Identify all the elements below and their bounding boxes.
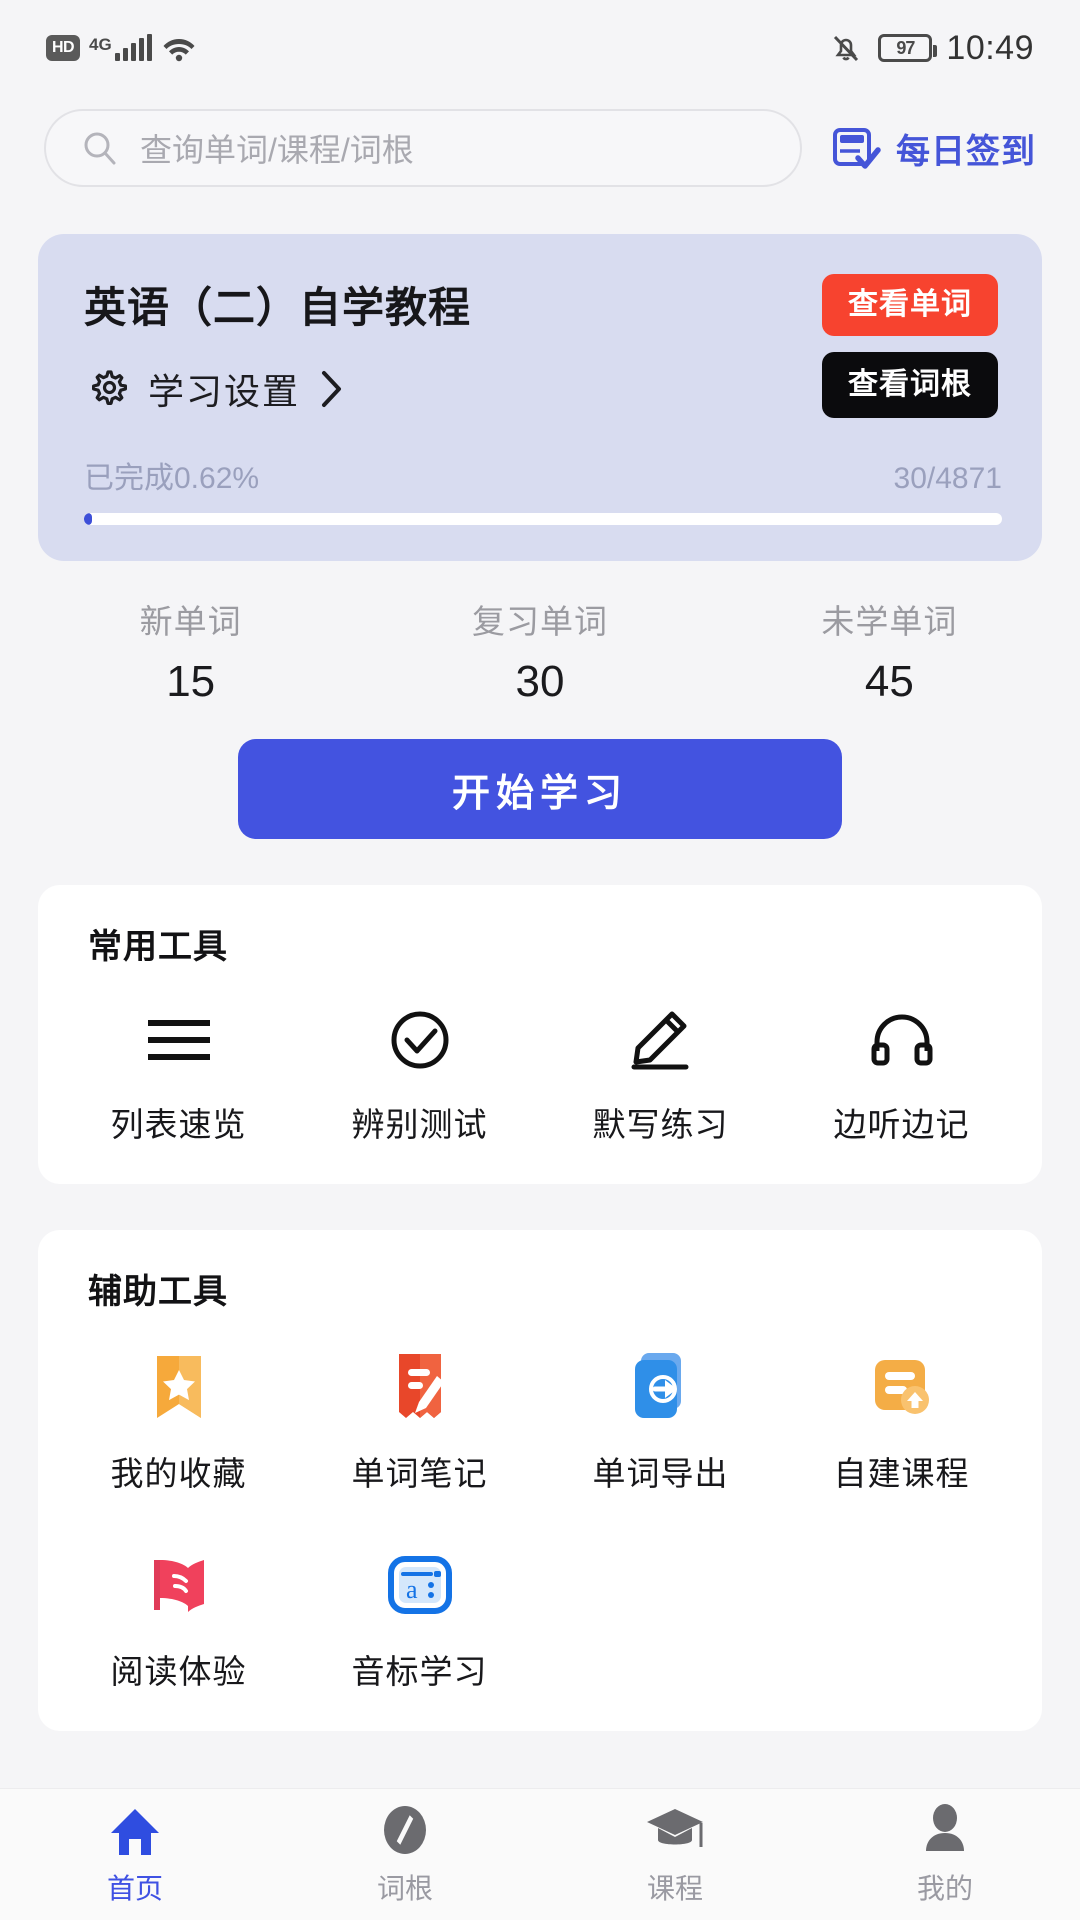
stat-label: 未学单词 — [821, 603, 958, 640]
nav-item-home[interactable]: 首页 — [0, 1803, 270, 1907]
signal-bars-glyph — [114, 34, 152, 61]
bottom-navigation: 首页 词根 课程 我的 — [0, 1788, 1080, 1920]
aux-tool-label: 阅读体验 — [110, 1653, 247, 1690]
aux-tool-word-notes[interactable]: 单词笔记 — [299, 1349, 540, 1495]
tool-label: 默写练习 — [592, 1106, 729, 1143]
pencil-icon — [628, 1008, 694, 1072]
stat-value: 30 — [515, 657, 565, 706]
battery-icon: 97 — [878, 34, 938, 62]
tool-label: 辨别测试 — [351, 1106, 488, 1143]
nav-label: 首页 — [106, 1872, 163, 1904]
nav-item-roots[interactable]: 词根 — [270, 1803, 540, 1907]
search-placeholder: 查询单词/课程/词根 — [140, 132, 414, 168]
bookmark-star-icon — [141, 1349, 217, 1425]
daily-checkin-label: 每日签到 — [896, 132, 1036, 171]
progress-bar-fill — [84, 513, 93, 525]
status-bar-clock: 10:49 — [946, 28, 1034, 67]
open-book-icon — [141, 1547, 217, 1623]
graduation-cap-icon — [645, 1803, 705, 1857]
compass-icon — [378, 1803, 432, 1857]
stat-review-words: 复习单词 30 — [365, 595, 714, 707]
note-pencil-icon — [382, 1349, 458, 1425]
wifi-icon — [163, 39, 195, 62]
auxiliary-tools-panel: 辅助工具 我的收藏 单词笔记 单词导出 自建课程 阅读体验 a 音标学习 — [38, 1230, 1042, 1731]
aux-tool-phonetic-study[interactable]: a 音标学习 — [299, 1547, 540, 1693]
aux-tool-my-favorites[interactable]: 我的收藏 — [58, 1349, 299, 1495]
stat-unlearned-words: 未学单词 45 — [715, 595, 1064, 707]
view-words-button[interactable]: 查看单词 — [822, 274, 998, 336]
tool-discrimination-test[interactable]: 辨别测试 — [299, 1008, 540, 1146]
common-tools-title: 常用工具 — [88, 928, 228, 966]
status-bar-left: HD 4G — [46, 33, 197, 63]
course-card: 英语（二）自学教程 学习设置 查看单词 查看词根 已完成0.62% 30/487… — [38, 234, 1042, 561]
stat-value: 15 — [166, 657, 216, 706]
stat-label: 新单词 — [139, 603, 242, 640]
tool-label: 列表速览 — [110, 1106, 247, 1143]
common-tools-panel: 常用工具 列表速览 辨别测试 默写练习 边听边记 — [38, 885, 1042, 1184]
aux-tool-reading-experience[interactable]: 阅读体验 — [58, 1547, 299, 1693]
battery-level-label: 97 — [896, 37, 915, 58]
aux-tool-word-export[interactable]: 单词导出 — [540, 1349, 781, 1495]
nav-item-profile[interactable]: 我的 — [810, 1803, 1080, 1907]
app-screen: HD 4G 97 10:49 查询单词/课程/词根 每日签到 英语（二）自学教程… — [0, 0, 1080, 1920]
progress-count-label: 30/4871 — [893, 462, 1002, 495]
person-icon — [920, 1803, 970, 1857]
daily-checkin-button[interactable]: 每日签到 — [830, 122, 1036, 174]
course-upload-icon — [864, 1349, 940, 1425]
phonetic-a-icon: a — [382, 1547, 458, 1623]
export-cards-icon — [623, 1349, 699, 1425]
aux-tool-label: 自建课程 — [833, 1455, 970, 1492]
course-card-actions: 查看单词 查看词根 — [822, 274, 998, 418]
network-type-label: 4G — [89, 35, 112, 54]
progress-percent-label: 已完成0.62% — [84, 462, 260, 495]
stats-row: 新单词 15 复习单词 30 未学单词 45 — [0, 595, 1080, 707]
nav-label: 词根 — [376, 1872, 433, 1904]
tool-list-overview[interactable]: 列表速览 — [58, 1008, 299, 1146]
view-roots-button[interactable]: 查看词根 — [822, 352, 998, 418]
chevron-right-icon — [322, 371, 342, 407]
status-bar-right: 97 10:49 — [828, 29, 1034, 68]
bell-muted-icon — [834, 35, 859, 62]
start-button-wrap: 开始学习 — [0, 739, 1080, 839]
start-study-button[interactable]: 开始学习 — [238, 739, 842, 839]
auxiliary-tools-title: 辅助工具 — [88, 1273, 228, 1311]
aux-tool-label: 音标学习 — [351, 1653, 488, 1690]
status-bar: HD 4G 97 10:49 — [0, 0, 1080, 96]
study-settings-label: 学习设置 — [148, 371, 301, 412]
nav-label: 课程 — [646, 1872, 703, 1904]
tool-listen-and-note[interactable]: 边听边记 — [781, 1008, 1022, 1146]
signal-bars-icon: 4G — [89, 34, 152, 61]
hd-icon: HD — [46, 35, 80, 61]
stat-new-words: 新单词 15 — [16, 595, 365, 707]
headphones-icon — [867, 1008, 937, 1072]
stat-label: 复习单词 — [471, 603, 608, 640]
svg-text:a: a — [406, 1575, 418, 1604]
gear-icon — [92, 370, 127, 405]
calendar-check-icon — [833, 128, 881, 169]
aux-tool-label: 单词导出 — [592, 1455, 729, 1492]
nav-item-courses[interactable]: 课程 — [540, 1803, 810, 1907]
search-row: 查询单词/课程/词根 每日签到 — [0, 96, 1080, 200]
search-icon — [84, 132, 116, 165]
stat-value: 45 — [864, 657, 914, 706]
aux-tool-custom-course[interactable]: 自建课程 — [781, 1349, 1022, 1495]
nav-label: 我的 — [916, 1872, 973, 1904]
tool-dictation-practice[interactable]: 默写练习 — [540, 1008, 781, 1146]
aux-tool-label: 单词笔记 — [351, 1455, 488, 1492]
check-circle-icon — [388, 1008, 452, 1072]
progress-row: 已完成0.62% 30/4871 — [84, 453, 1002, 497]
common-tools-grid: 列表速览 辨别测试 默写练习 边听边记 — [58, 1008, 1022, 1146]
list-lines-icon — [142, 1008, 216, 1072]
auxiliary-tools-grid: 我的收藏 单词笔记 单词导出 自建课程 阅读体验 a 音标学习 — [58, 1349, 1022, 1693]
tool-label: 边听边记 — [833, 1106, 970, 1143]
progress-bar — [84, 513, 1002, 525]
aux-tool-label: 我的收藏 — [110, 1455, 247, 1492]
search-input[interactable]: 查询单词/课程/词根 — [44, 109, 802, 187]
home-icon — [107, 1803, 163, 1857]
